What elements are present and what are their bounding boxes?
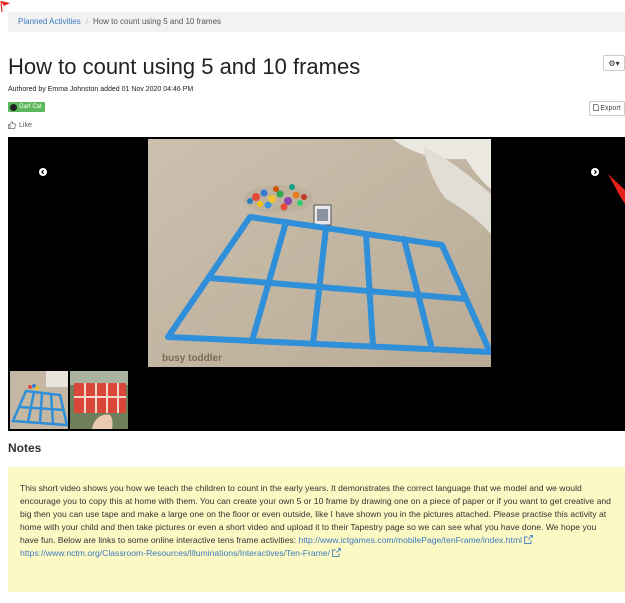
settings-menu-button[interactable]: ⚙▾ — [603, 55, 625, 71]
child-tag-badge[interactable]: Garf Cat — [8, 102, 45, 112]
red-annotation-arrow — [608, 174, 625, 204]
main-photo-ten-frame: busy toddler — [148, 139, 491, 367]
like-label: Like — [19, 121, 32, 129]
gear-icon: ⚙▾ — [608, 59, 620, 68]
avatar — [10, 103, 17, 111]
breadcrumb-current: How to count using 5 and 10 frames — [92, 17, 222, 26]
thumbnail-ten-frame-floor[interactable] — [10, 371, 68, 429]
breadcrumb-separator: / — [85, 17, 88, 26]
page-title: How to count using 5 and 10 frames — [8, 54, 361, 79]
external-link-icon — [524, 535, 533, 544]
photo-watermark: busy toddler — [162, 353, 222, 364]
like-button[interactable]: Like — [8, 121, 32, 129]
chevron-left-icon — [41, 169, 44, 175]
previous-image-button[interactable] — [39, 168, 47, 176]
breadcrumb: Planned Activities / How to count using 5 … — [8, 12, 625, 32]
external-link-icon — [332, 548, 341, 557]
notes-panel: This short video shows you how we teach … — [8, 467, 625, 592]
thumbs-up-icon — [8, 121, 16, 129]
author-line: Authored by Emma Johnston added 01 Nov 2… — [8, 86, 194, 93]
nctm-link[interactable]: https://www.nctm.org/Classroom-Resources… — [20, 548, 330, 558]
thumbnail-ten-frame-outdoor[interactable] — [70, 371, 128, 429]
export-button[interactable]: Export — [589, 101, 625, 116]
chevron-right-icon — [594, 169, 597, 175]
ictgames-link[interactable]: http://www.ictgames.com/mobilePage/tenFr… — [298, 535, 522, 545]
document-icon — [593, 104, 600, 111]
next-image-button[interactable] — [591, 168, 599, 176]
child-tag-label: Garf Cat — [19, 104, 42, 110]
export-label: Export — [600, 105, 621, 112]
image-gallery: busy toddler — [8, 137, 625, 431]
notes-heading: Notes — [8, 441, 42, 455]
breadcrumb-planned-activities[interactable]: Planned Activities — [18, 17, 81, 26]
